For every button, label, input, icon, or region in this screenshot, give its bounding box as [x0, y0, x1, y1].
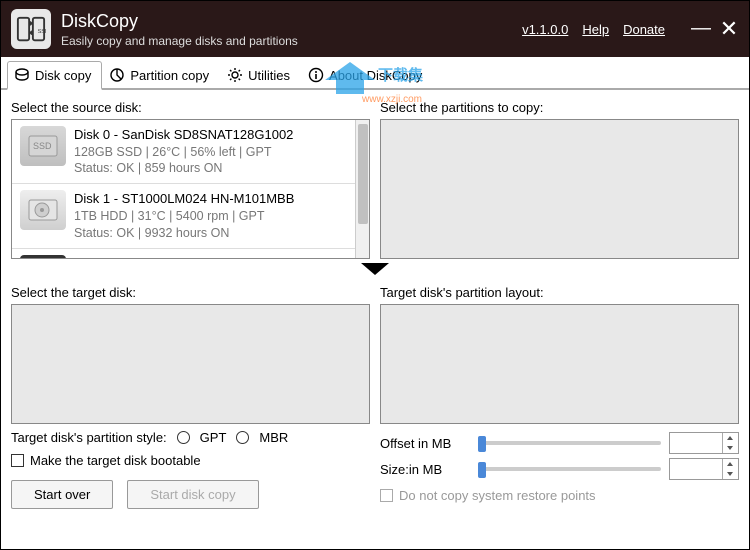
disk-icon: [14, 67, 30, 83]
partitions-label: Select the partitions to copy:: [380, 100, 739, 115]
info-icon: [308, 67, 324, 83]
disk-name: Disk 1 - ST1000LM024 HN-M101MBB: [74, 190, 361, 208]
offset-label: Offset in MB: [380, 436, 470, 451]
version-link[interactable]: v1.1.0.0: [522, 22, 568, 37]
disk-name: Disk 0 - SanDisk SD8SNAT128G1002: [74, 126, 361, 144]
scrollbar[interactable]: [355, 120, 369, 258]
target-disk-panel[interactable]: [11, 304, 370, 424]
app-title: DiskCopy: [61, 11, 298, 32]
mbr-label: MBR: [259, 430, 288, 445]
partition-style-label: Target disk's partition style:: [11, 430, 167, 445]
source-disk-label: Select the source disk:: [11, 100, 370, 115]
tab-label: Partition copy: [130, 68, 209, 83]
tab-label: Utilities: [248, 68, 290, 83]
tab-label: About DiskCopy: [329, 68, 422, 83]
size-input[interactable]: [669, 458, 739, 480]
disk-status: Status: OK | 9932 hours ON: [74, 225, 361, 242]
disk-info: 1TB HDD | 31°C | 5400 rpm | GPT: [74, 208, 361, 225]
svg-text:SSD: SSD: [38, 29, 46, 35]
disk-status: Status: OK | 859 hours ON: [74, 160, 361, 177]
no-restore-label: Do not copy system restore points: [399, 488, 596, 503]
nvme-icon: [20, 255, 66, 258]
spinner-icon[interactable]: [722, 459, 738, 479]
target-layout-label: Target disk's partition layout:: [380, 285, 739, 300]
tab-about[interactable]: About DiskCopy: [301, 61, 433, 88]
svg-text:SSD: SSD: [33, 141, 52, 151]
no-restore-checkbox[interactable]: [380, 489, 393, 502]
tab-partition-copy[interactable]: Partition copy: [102, 61, 220, 88]
start-disk-copy-button[interactable]: Start disk copy: [127, 480, 258, 509]
disk-info: 128GB SSD | 26°C | 56% left | GPT: [74, 144, 361, 161]
source-disk-panel: SSD Disk 0 - SanDisk SD8SNAT128G1002 128…: [11, 119, 370, 259]
tab-disk-copy[interactable]: Disk copy: [7, 61, 102, 90]
disk-item[interactable]: Disk 1 - ST1000LM024 HN-M101MBB 1TB HDD …: [12, 184, 369, 248]
ssd-icon: SSD: [20, 126, 66, 166]
tab-label: Disk copy: [35, 68, 91, 83]
arrow-down-icon: [11, 261, 739, 279]
hdd-icon: [20, 190, 66, 230]
bootable-label: Make the target disk bootable: [30, 453, 201, 468]
help-link[interactable]: Help: [582, 22, 609, 37]
app-icon: SSD: [11, 9, 51, 49]
disk-name: Disk 2 - CT1000P5PSSD8: [74, 255, 361, 258]
disk-item[interactable]: Disk 2 - CT1000P5PSSD8 1TB NVMe SSD | 33…: [12, 249, 369, 258]
gear-icon: [227, 67, 243, 83]
mbr-radio[interactable]: [236, 431, 249, 444]
start-over-button[interactable]: Start over: [11, 480, 113, 509]
donate-link[interactable]: Donate: [623, 22, 665, 37]
tab-utilities[interactable]: Utilities: [220, 61, 301, 88]
offset-input[interactable]: [669, 432, 739, 454]
disk-item[interactable]: SSD Disk 0 - SanDisk SD8SNAT128G1002 128…: [12, 120, 369, 184]
bootable-checkbox[interactable]: [11, 454, 24, 467]
target-layout-panel: [380, 304, 739, 424]
app-subtitle: Easily copy and manage disks and partiti…: [61, 34, 298, 48]
partition-icon: [109, 67, 125, 83]
spinner-icon[interactable]: [722, 433, 738, 453]
size-label: Size:in MB: [380, 462, 470, 477]
target-disk-label: Select the target disk:: [11, 285, 370, 300]
gpt-radio[interactable]: [177, 431, 190, 444]
gpt-label: GPT: [200, 430, 227, 445]
tab-bar: Disk copy Partition copy Utilities About…: [1, 57, 749, 90]
source-disk-list[interactable]: SSD Disk 0 - SanDisk SD8SNAT128G1002 128…: [12, 120, 369, 258]
partitions-panel: [380, 119, 739, 259]
close-button[interactable]: ✕: [719, 18, 739, 40]
minimize-button[interactable]: —: [691, 18, 711, 40]
offset-slider[interactable]: [478, 441, 661, 445]
size-slider[interactable]: [478, 467, 661, 471]
